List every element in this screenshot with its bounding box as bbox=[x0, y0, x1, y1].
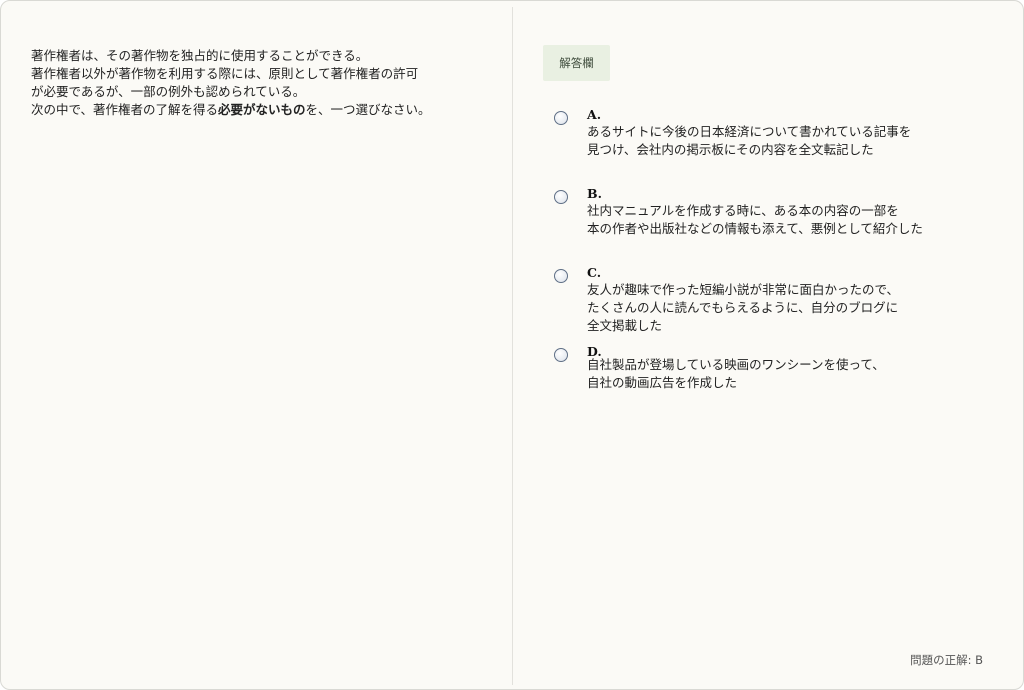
option-c-line-2: たくさんの人に読んでもらえるように、自分のブログに bbox=[587, 300, 899, 315]
option-c-line-3: 全文掲載した bbox=[587, 318, 663, 333]
option-b-text: 社内マニュアルを作成する時に、ある本の内容の一部を 本の作者や出版社などの情報も… bbox=[587, 202, 987, 238]
option-d-radio[interactable] bbox=[554, 348, 568, 362]
option-b-line-1: 社内マニュアルを作成する時に、ある本の内容の一部を bbox=[587, 203, 899, 218]
option-c-line-1: 友人が趣味で作った短編小説が非常に面白かったので、 bbox=[587, 282, 900, 297]
option-b-label: B. bbox=[587, 186, 602, 201]
option-a-text: あるサイトに今後の日本経済について書かれている記事を 見つけ、会社内の掲示板にそ… bbox=[587, 123, 987, 159]
question-line-2: 著作権者以外が著作物を利用する際には、原則として著作権者の許可 bbox=[31, 66, 419, 81]
question-emphasis: 必要がないもの bbox=[218, 102, 306, 117]
question-instruction-start: 次の中で、著作権者の了解を得る bbox=[31, 102, 219, 117]
option-d-line-2: 自社の動画広告を作成した bbox=[587, 375, 738, 390]
option-d-line-1: 自社製品が登場している映画のワンシーンを使って、 bbox=[587, 357, 885, 372]
question-instruction-end: を、一つ選びなさい。 bbox=[305, 102, 431, 117]
option-b-radio[interactable] bbox=[554, 190, 568, 204]
answer-tab[interactable]: 解答欄 bbox=[543, 45, 610, 81]
option-a-line-2: 見つけ、会社内の掲示板にその内容を全文転記した bbox=[587, 142, 874, 157]
option-a-radio[interactable] bbox=[554, 111, 568, 125]
option-c-text: 友人が趣味で作った短編小説が非常に面白かったので、 たくさんの人に読んでもらえる… bbox=[587, 281, 987, 335]
option-a-label: A. bbox=[587, 107, 602, 122]
option-c-label: C. bbox=[587, 265, 602, 280]
question-text: 著作権者は、その著作物を独占的に使用することができる。 著作権者以外が著作物を利… bbox=[31, 47, 501, 119]
quiz-window: 著作権者は、その著作物を独占的に使用することができる。 著作権者以外が著作物を利… bbox=[0, 0, 1024, 690]
panel-divider bbox=[512, 7, 513, 685]
option-c-radio[interactable] bbox=[554, 269, 568, 283]
option-a-line-1: あるサイトに今後の日本経済について書かれている記事を bbox=[587, 124, 912, 139]
question-line-4: 次の中で、著作権者の了解を得る必要がないものを、一つ選びなさい。 bbox=[31, 101, 501, 119]
option-b-line-2: 本の作者や出版社などの情報も添えて、悪例として紹介した bbox=[587, 221, 923, 236]
question-line-1: 著作権者は、その著作物を独占的に使用することができる。 bbox=[31, 48, 369, 63]
question-line-3: が必要であるが、一部の例外も認められている。 bbox=[31, 84, 306, 99]
option-d-text: 自社製品が登場している映画のワンシーンを使って、 自社の動画広告を作成した bbox=[587, 356, 987, 392]
correct-answer-note: 問題の正解: B bbox=[910, 653, 983, 667]
